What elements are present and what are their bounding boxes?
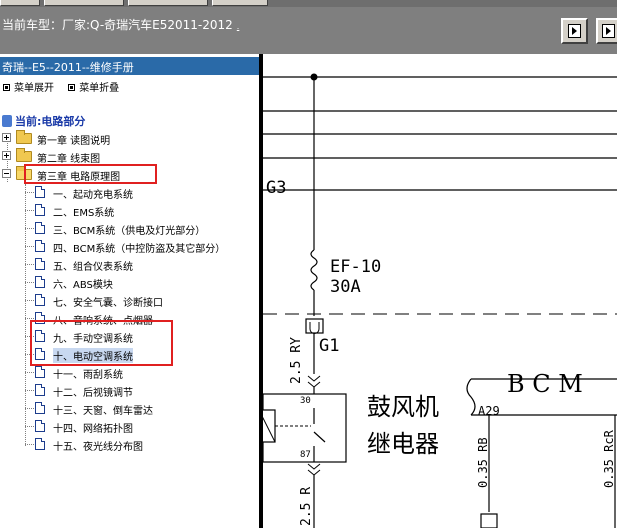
- fuse-rating-label: 30A: [330, 277, 361, 297]
- next-button[interactable]: [596, 18, 617, 44]
- tree-item[interactable]: 十三、天窗、倒车雷达: [25, 400, 255, 417]
- document-icon: [35, 222, 45, 234]
- top-tab-1[interactable]: [0, 0, 40, 6]
- tree-guide-line: [25, 228, 34, 229]
- connector-g1-label: G1: [319, 336, 340, 356]
- tree-guide-line: [25, 390, 34, 391]
- sidebar-title: 奇瑞--E5--2011--维修手册: [0, 57, 259, 75]
- vehicle-link[interactable]: .: [237, 22, 240, 31]
- document-icon: [35, 240, 45, 252]
- tree-guide-line: [25, 210, 34, 211]
- tree-guide-line: [25, 300, 34, 301]
- wire-bottom-label: 2.5 R: [299, 486, 314, 526]
- tree-item[interactable]: 十一、雨刮系统: [25, 364, 255, 381]
- relay-name-line1: 鼓风机: [367, 393, 439, 421]
- current-section: 当前:电路部分: [2, 113, 85, 129]
- document-icon: [35, 384, 45, 396]
- tree-item[interactable]: 十四、网络拓扑图: [25, 418, 255, 435]
- circuit-svg: [263, 73, 617, 528]
- bcm-label: B C M: [507, 370, 583, 398]
- collapse-menu-button[interactable]: 菜单折叠: [65, 79, 119, 94]
- tree-item[interactable]: 一、起动充电系统: [25, 184, 255, 201]
- collapse-icon[interactable]: [2, 169, 11, 178]
- collapse-icon: [68, 84, 76, 91]
- expand-icon[interactable]: [2, 151, 11, 160]
- vehicle-label: 当前车型：: [2, 18, 63, 32]
- tree-item-label: 十三、天窗、倒车雷达: [53, 406, 153, 417]
- document-icon: [35, 186, 45, 198]
- tree-guide-line: [25, 408, 34, 409]
- sidebar: 奇瑞--E5--2011--维修手册 菜单展开 菜单折叠 当前:电路部分 第一章…: [0, 54, 262, 528]
- pin-87-label: 87: [300, 450, 311, 460]
- tree-item-label: 十四、网络拓扑图: [53, 424, 133, 435]
- tree-item-label: 十五、夜光线分布图: [53, 442, 143, 453]
- tree-chapter-2[interactable]: 第二章 线束图: [2, 148, 252, 165]
- tree-guide-line: [25, 426, 34, 427]
- document-icon: [35, 294, 45, 306]
- play-button[interactable]: [561, 18, 588, 44]
- document-icon: [35, 258, 45, 270]
- document-icon: [35, 402, 45, 414]
- tree-item-label: 二、EMS系统: [53, 208, 115, 219]
- connector-g3-label: G3: [266, 178, 287, 198]
- circuit-diagram: G3 EF-10 30A 2.5 RY G1 鼓风机 继电器 30 87 2.5…: [263, 54, 617, 528]
- fuse-name-label: EF-10: [330, 257, 382, 277]
- top-tab-4[interactable]: [212, 0, 268, 6]
- tree-guide-line: [25, 318, 34, 319]
- tree-guide-line: [25, 264, 34, 265]
- tree-item-label: 四、BCM系统（中控防盗及其它部分）: [53, 244, 226, 255]
- computer-icon: [2, 115, 12, 127]
- top-window-strip: [0, 0, 617, 7]
- tree-item[interactable]: 三、BCM系统（供电及灯光部分）: [25, 220, 255, 237]
- page-icon: [602, 24, 615, 38]
- vehicle-value: 厂家:Q-奇瑞汽车E52011-2012: [62, 18, 233, 32]
- tree-item[interactable]: 十二、后视镜调节: [25, 382, 255, 399]
- tree-item-label: 一、起动充电系统: [53, 190, 133, 201]
- bcm-wire2-label: 0.35 RcR: [602, 430, 616, 488]
- pin-30-label: 30: [300, 396, 311, 406]
- bcm-pin-label: A29: [478, 404, 500, 418]
- relay-name-line2: 继电器: [367, 430, 439, 458]
- tree-guide-line: [25, 444, 34, 445]
- tree-item-label: 五、组合仪表系统: [53, 262, 133, 273]
- highlight-box-chapter: [24, 164, 157, 184]
- wire-top-label: 2.5 RY: [289, 337, 304, 384]
- tree-item[interactable]: 十五、夜光线分布图: [25, 436, 255, 453]
- expand-icon[interactable]: [2, 133, 11, 142]
- expand-menu-button[interactable]: 菜单展开: [0, 79, 54, 94]
- tree-guide-line: [25, 246, 34, 247]
- play-icon: [568, 24, 581, 38]
- expand-icon: [3, 84, 10, 91]
- tree-chapter-1[interactable]: 第一章 读图说明: [2, 130, 252, 147]
- tree-guide-line: [25, 372, 34, 373]
- tree-item-label: 十一、雨刮系统: [53, 370, 123, 381]
- chapter-label: 第一章 读图说明: [37, 136, 111, 147]
- tree-item[interactable]: 二、EMS系统: [25, 202, 255, 219]
- tree-item-label: 三、BCM系统（供电及灯光部分）: [53, 226, 206, 237]
- tree-guide-line: [25, 282, 34, 283]
- top-tab-3[interactable]: [128, 0, 208, 6]
- folder-icon: [16, 148, 32, 162]
- document-icon: [35, 276, 45, 288]
- current-vehicle: 当前车型：厂家:Q-奇瑞汽车E52011-2012.: [2, 16, 239, 33]
- chapter-label: 第二章 线束图: [37, 154, 101, 165]
- document-icon: [35, 438, 45, 450]
- menu-toggle-row: 菜单展开 菜单折叠: [0, 79, 119, 94]
- bcm-wire-label: 0.35 RB: [476, 437, 490, 488]
- tree-item[interactable]: 六、ABS模块: [25, 274, 255, 291]
- document-icon: [35, 204, 45, 216]
- tree-item[interactable]: 四、BCM系统（中控防盗及其它部分）: [25, 238, 255, 255]
- document-icon: [35, 366, 45, 378]
- tree-item-label: 六、ABS模块: [53, 280, 113, 291]
- tree-guide-line: [25, 192, 34, 193]
- tree-item-label: 十二、后视镜调节: [53, 388, 133, 399]
- header-bar: 当前车型：厂家:Q-奇瑞汽车E52011-2012.: [0, 7, 617, 54]
- tree-item[interactable]: 五、组合仪表系统: [25, 256, 255, 273]
- tree-item[interactable]: 七、安全气囊、诊断接口: [25, 292, 255, 309]
- tree-item-label: 七、安全气囊、诊断接口: [53, 298, 163, 309]
- top-tab-2[interactable]: [44, 0, 124, 6]
- highlight-box-aircon: [30, 320, 173, 366]
- folder-icon: [16, 130, 32, 144]
- document-icon: [35, 420, 45, 432]
